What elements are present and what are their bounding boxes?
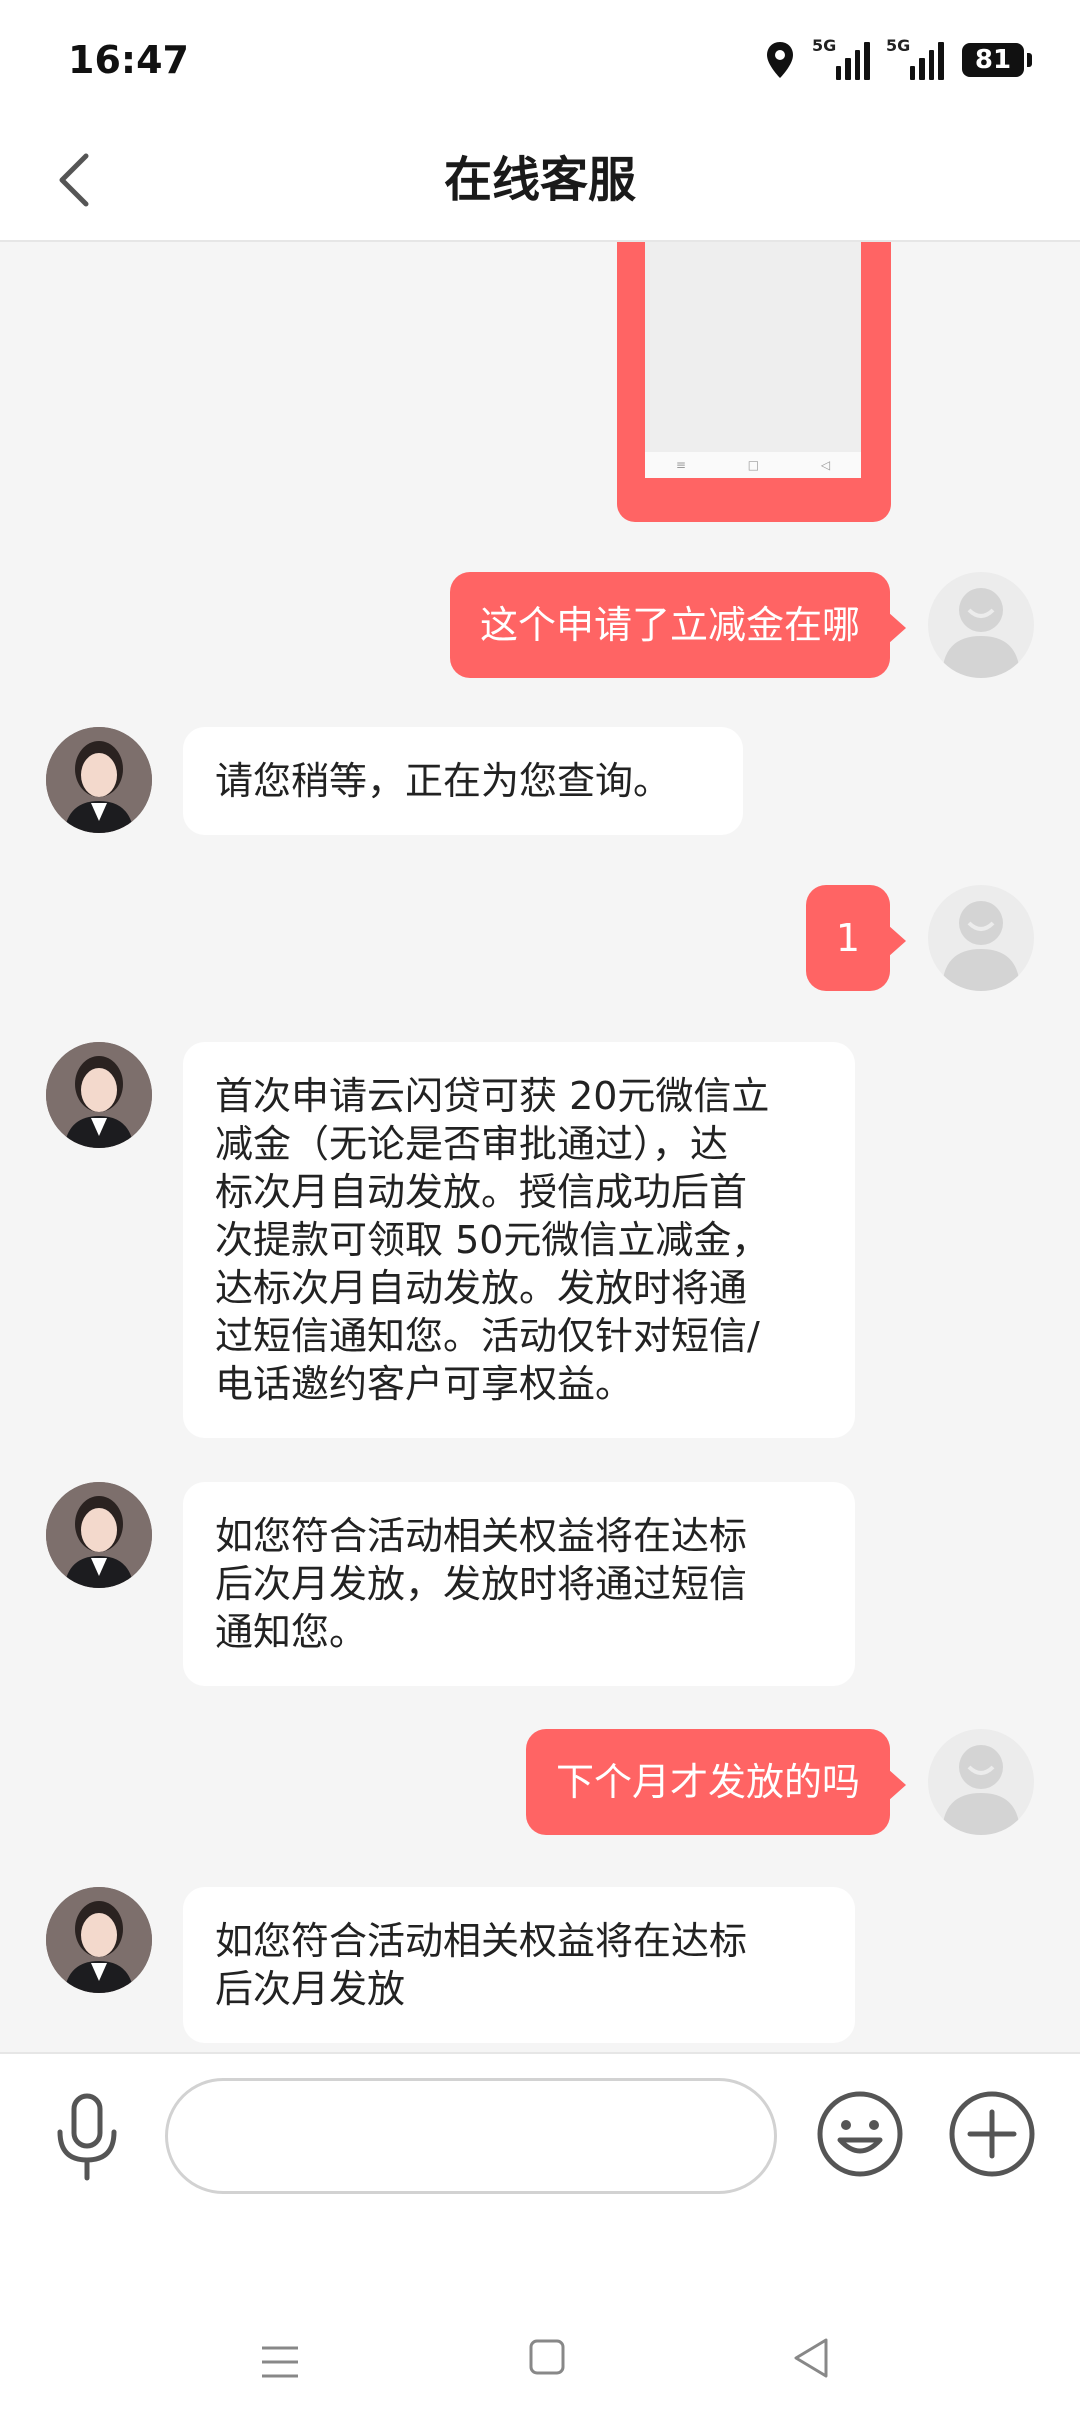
- agent-message-bubble[interactable]: 如您符合活动相关权益将在达标 后次月发放: [183, 1887, 855, 2043]
- agent-message-bubble[interactable]: 首次申请云闪贷可获 20元微信立 减金（无论是否审批通过），达 标次月自动发放。…: [183, 1042, 855, 1438]
- agent-avatar: [46, 1887, 152, 1993]
- emoji-icon[interactable]: [814, 2088, 906, 2180]
- signal-icon: 5G: [886, 36, 944, 80]
- network-type-label: 5G: [886, 36, 911, 55]
- home-icon[interactable]: [528, 2338, 566, 2376]
- status-time: 16:47: [68, 38, 189, 82]
- status-icons: 5G 5G 81: [764, 36, 1032, 84]
- microphone-icon[interactable]: [52, 2092, 122, 2182]
- message-input[interactable]: [165, 2078, 777, 2194]
- image-thumbnail: ≡ □ ◁: [645, 242, 861, 478]
- add-icon[interactable]: [946, 2088, 1038, 2180]
- network-type-label: 5G: [812, 36, 837, 55]
- thumbnail-nav-bar: ≡ □ ◁: [645, 452, 861, 478]
- input-bar: [0, 2052, 1080, 2204]
- agent-avatar: [46, 1482, 152, 1588]
- menu-icon[interactable]: [258, 2342, 302, 2382]
- agent-avatar: [46, 727, 152, 833]
- agent-message-bubble[interactable]: 如您符合活动相关权益将在达标 后次月发放，发放时将通过短信 通知您。: [183, 1482, 855, 1686]
- chat-area[interactable]: ≡ □ ◁ 这个申请了立减金在哪 请您稍等，正在为您查询。 1 首次申请云闪贷可获 …: [0, 242, 1080, 2052]
- signal-icon: 5G: [812, 36, 870, 80]
- battery-level: 81: [974, 45, 1012, 75]
- header: 在线客服: [0, 120, 1080, 242]
- agent-avatar: [46, 1042, 152, 1148]
- location-icon: [767, 42, 793, 78]
- system-nav-bar: [0, 2202, 1080, 2412]
- user-avatar: [928, 1729, 1034, 1835]
- user-avatar: [928, 885, 1034, 991]
- status-bar: 16:47 5G 5G 81: [0, 0, 1080, 120]
- user-message-bubble[interactable]: 下个月才发放的吗: [525, 1729, 907, 1835]
- agent-message-bubble[interactable]: 请您稍等，正在为您查询。: [183, 727, 743, 835]
- user-avatar: [928, 572, 1034, 678]
- battery-icon: 81: [962, 43, 1032, 77]
- nav-back-icon[interactable]: [790, 2336, 832, 2380]
- page-title: 在线客服: [443, 152, 636, 208]
- image-message[interactable]: ≡ □ ◁: [617, 242, 891, 522]
- user-message-bubble[interactable]: 这个申请了立减金在哪: [449, 572, 907, 678]
- user-message-bubble[interactable]: 1: [805, 885, 907, 991]
